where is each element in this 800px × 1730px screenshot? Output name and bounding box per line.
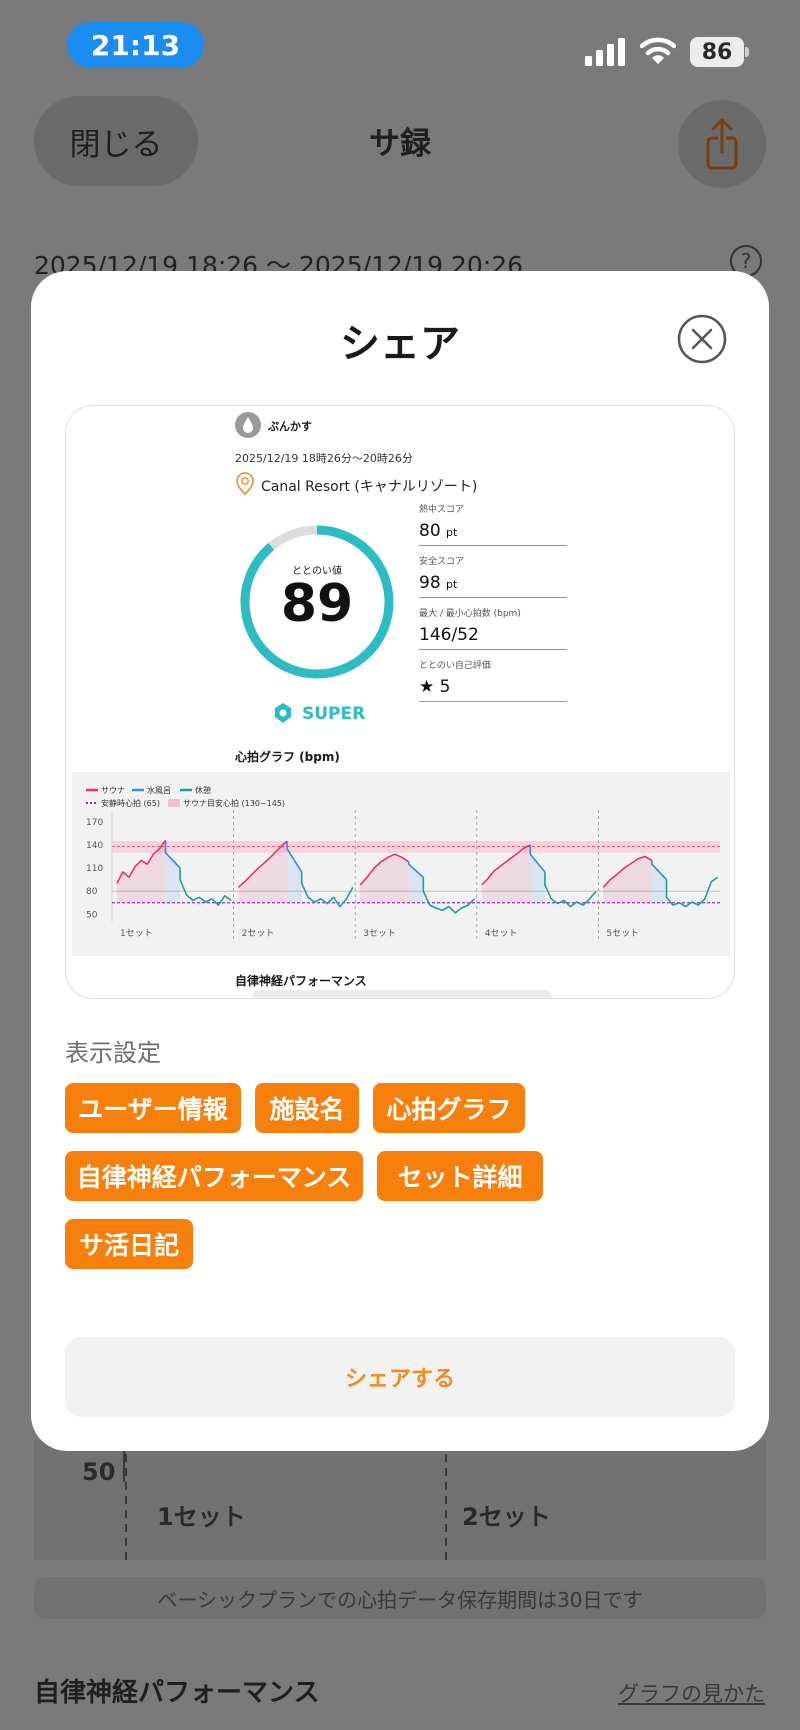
modal-title: シェア — [340, 321, 460, 367]
metric-heart-rate: 最大 / 最小心拍数 (bpm) 146/52 — [419, 606, 567, 650]
metric-heat-score: 熱中スコア 80 pt — [419, 502, 567, 546]
facility-name: Canal Resort (キャナルリゾート) — [261, 479, 478, 495]
user-name: ぷんかす — [268, 420, 312, 433]
heart-rate-graph-title: 心拍グラフ (bpm) — [235, 750, 340, 764]
share-preview-card: ぷんかす 2025/12/19 18時26分〜20時26分 Canal Reso… — [65, 405, 735, 999]
metric-label: 熱中スコア — [419, 505, 465, 515]
legend-label: サウナ — [101, 786, 125, 795]
background-set-label: 2セット — [462, 1503, 551, 1531]
background-set-label: 1セット — [157, 1503, 246, 1531]
wifi-icon — [640, 37, 676, 64]
legend-label: 休憩 — [195, 785, 211, 795]
chip-autonomic-performance[interactable]: 自律神経パフォーマンス — [65, 1151, 363, 1201]
water-series-fill — [408, 861, 424, 903]
background-graph-gridlines — [123, 1440, 447, 1560]
chip-heart-rate-graph[interactable]: 心拍グラフ — [373, 1083, 525, 1133]
location-pin-icon — [236, 472, 254, 496]
y-tick-label: 170 — [86, 818, 103, 828]
water-series-fill — [530, 845, 545, 903]
grade-badge-icon — [275, 703, 291, 723]
graph-guide-link[interactable]: グラフの見かた — [618, 1678, 765, 1708]
battery-level: 86 — [690, 37, 744, 67]
x-tick-label: 1セット — [120, 928, 153, 939]
rest-series — [300, 871, 354, 908]
battery-icon — [745, 47, 749, 57]
metric-safety-score: 安全スコア 98 pt — [419, 554, 567, 598]
cellular-signal-icon — [585, 38, 625, 66]
background-axis-label: 50 — [82, 1458, 116, 1486]
metric-value: ★ 5 — [419, 677, 567, 702]
water-drop-icon — [243, 417, 253, 433]
share-button[interactable] — [678, 100, 766, 188]
share-modal: シェア ぷんかす 2025/12/19 18時26分〜20時26分 Canal … — [31, 271, 769, 1451]
rest-series — [179, 868, 232, 906]
legend-label: 安静時心拍 (65) — [101, 798, 160, 808]
ans-performance-placeholder — [252, 990, 552, 998]
y-tick-label: 50 — [86, 910, 98, 920]
y-tick-label: 140 — [86, 841, 103, 851]
x-tick-label: 5セット — [606, 928, 639, 939]
y-tick-label: 110 — [86, 864, 103, 874]
rest-series — [544, 871, 597, 908]
legend-label: サウナ目安心拍 (130~145) — [183, 798, 285, 808]
preview-date: 2025/12/19 18時26分〜20時26分 — [235, 452, 413, 465]
metric-value: 98 pt — [419, 573, 567, 598]
display-settings-label: 表示設定 — [65, 1039, 161, 1067]
chip-user-info[interactable]: ユーザー情報 — [65, 1083, 241, 1133]
section-title: 自律神経パフォーマンス — [34, 1678, 320, 1708]
y-tick-label: 80 — [86, 887, 98, 897]
metric-self-rating: ととのい自己評価 ★ 5 — [419, 658, 567, 702]
metric-value: 146/52 — [419, 625, 567, 650]
heart-rate-chart-svg: サウナ 水風呂 休憩安静時心拍 (65) サウナ目安心拍 (130~145) 170 14… — [86, 785, 720, 940]
ans-performance-title: 自律神経パフォーマンス — [235, 974, 367, 988]
legend-swatch — [168, 799, 180, 807]
share-submit-button[interactable]: シェアする — [65, 1337, 735, 1417]
x-tick-label: 3セット — [363, 928, 396, 939]
metric-label: 最大 / 最小心拍数 (bpm) — [419, 609, 521, 619]
close-icon[interactable] — [676, 313, 728, 365]
metric-label: ととのい自己評価 — [419, 661, 491, 671]
status-time: 21:13 — [67, 22, 204, 68]
avatar — [235, 412, 261, 438]
retention-notice: ベーシックプランでの心拍データ保存期間は30日です — [34, 1577, 766, 1619]
share-icon — [706, 118, 738, 170]
legend-label: 水風呂 — [147, 785, 171, 795]
chip-sauna-diary[interactable]: サ活日記 — [65, 1219, 193, 1269]
background-heart-rate-graph — [34, 1440, 766, 1560]
page-title: サ録 — [369, 126, 431, 162]
grade-label: SUPER — [302, 704, 366, 724]
status-bar: 21:13 86 — [0, 0, 800, 96]
chip-facility-name[interactable]: 施設名 — [255, 1083, 359, 1133]
sauna-series-fill — [481, 845, 531, 903]
rest-series — [422, 877, 475, 914]
x-tick-label: 4セット — [485, 928, 518, 939]
totonoi-value: 89 — [280, 574, 354, 634]
metric-value: 80 pt — [419, 521, 567, 546]
x-tick-label: 2セット — [242, 928, 275, 939]
sauna-series-fill — [360, 854, 409, 903]
sauna-series-fill — [603, 856, 652, 903]
water-series-fill — [651, 860, 667, 903]
close-button[interactable]: 閉じる — [34, 96, 198, 186]
metric-label: 安全スコア — [419, 557, 465, 567]
chip-set-details[interactable]: セット詳細 — [377, 1151, 543, 1201]
heart-rate-chart: サウナ 水風呂 休憩安静時心拍 (65) サウナ目安心拍 (130~145) 170 14… — [72, 772, 730, 956]
